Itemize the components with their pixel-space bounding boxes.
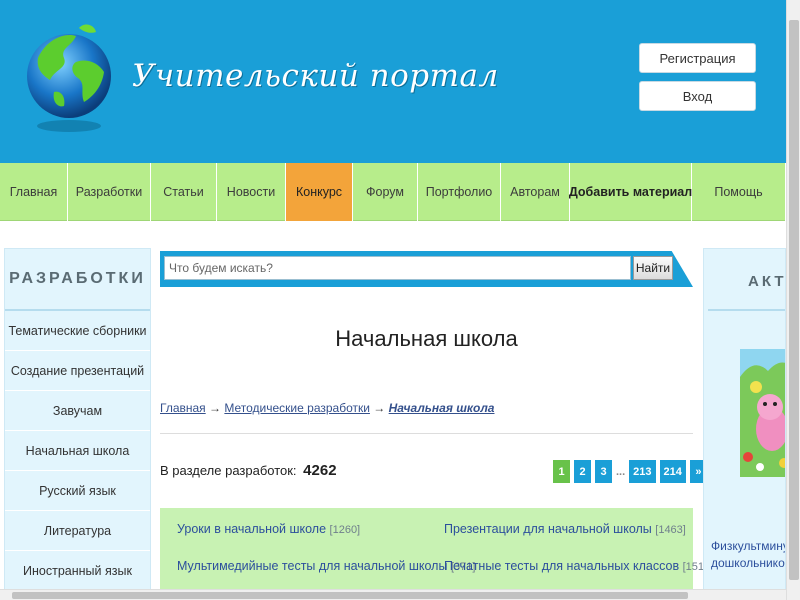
actual-sidebar: АКТУАЛЬНО Физкультминутки для дошкольник… — [703, 248, 786, 600]
main-nav: Главная Разработки Статьи Новости Конкур… — [0, 163, 786, 221]
horizontal-scrollbar[interactable] — [0, 589, 786, 600]
sidebar-item-foreign-language[interactable]: Иностранный язык — [5, 551, 150, 591]
page-link-2[interactable]: 2 — [574, 460, 591, 483]
site-name: Учительский портал — [132, 58, 499, 94]
nav-item-articles[interactable]: Статьи — [151, 163, 217, 221]
globe-icon — [27, 24, 111, 132]
sidebar-item-thematic-collections[interactable]: Тематические сборники — [5, 311, 150, 351]
pagination: 1 2 3 ... 213 214 » — [553, 460, 707, 483]
sidebar-title: РАЗРАБОТКИ — [5, 249, 150, 311]
nav-item-authors[interactable]: Авторам — [501, 163, 570, 221]
site-logo[interactable]: Учительский портал — [24, 18, 498, 136]
nav-item-home[interactable]: Главная — [0, 163, 68, 221]
breadcrumb-separator: → — [373, 401, 386, 415]
promo-caption-line: Физкультминутки для — [711, 539, 785, 553]
page-title: Начальная школа — [335, 326, 518, 351]
sidebar-item-head-teachers[interactable]: Завучам — [5, 391, 150, 431]
breadcrumb-separator: → — [209, 401, 222, 415]
developments-sidebar: РАЗРАБОТКИ Тематические сборники Создани… — [4, 248, 151, 600]
subcategory-label: Печатные тесты для начальных классов — [444, 559, 680, 573]
promo-image[interactable] — [734, 347, 786, 477]
nav-item-add-material[interactable]: Добавить материал — [569, 163, 692, 221]
page-link-3[interactable]: 3 — [595, 460, 612, 483]
subcategory-box: Уроки в начальной школе [1260] Презентац… — [160, 508, 707, 593]
divider — [708, 309, 785, 311]
vertical-scrollbar[interactable] — [786, 0, 800, 600]
page-link-213[interactable]: 213 — [629, 460, 656, 483]
subcategory-label: Уроки в начальной школе — [177, 522, 327, 536]
subcategory-link-presentations[interactable]: Презентации для начальной школы [1463] — [444, 522, 686, 536]
login-button[interactable]: Вход — [639, 81, 756, 111]
page: Учительский портал Регистрация Вход Глав… — [0, 0, 800, 600]
search-input[interactable]: Что будем искать? — [164, 256, 631, 280]
nav-item-developments[interactable]: Разработки — [68, 163, 151, 221]
pagination-ellipsis: ... — [616, 465, 626, 478]
site-header: Учительский портал Регистрация Вход — [0, 0, 786, 163]
page-link-1[interactable]: 1 — [553, 460, 570, 483]
sidebar-item-primary-school[interactable]: Начальная школа — [5, 431, 150, 471]
breadcrumb-home-link[interactable]: Главная — [160, 401, 206, 415]
vertical-scroll-thumb[interactable] — [789, 20, 799, 580]
subcategory-count: [1463] — [655, 524, 686, 536]
subcategory-link-lessons[interactable]: Уроки в начальной школе [1260] — [177, 522, 360, 536]
nav-item-portfolio[interactable]: Портфолио — [418, 163, 501, 221]
divider — [160, 433, 693, 434]
register-button[interactable]: Регистрация — [639, 43, 756, 73]
nav-item-news[interactable]: Новости — [217, 163, 286, 221]
horizontal-scroll-thumb[interactable] — [12, 592, 688, 599]
promo-caption[interactable]: Физкультминутки для дошкольников — [711, 538, 786, 572]
count-label: В разделе разработок: — [160, 463, 297, 478]
actual-title: АКТУАЛЬНО — [748, 273, 786, 290]
subcategory-link-printed-tests[interactable]: Печатные тесты для начальных классов [15… — [444, 559, 707, 573]
breadcrumb: Главная → Методические разработки → Нача… — [160, 401, 494, 415]
breadcrumb-section-link[interactable]: Методические разработки — [224, 401, 370, 415]
sidebar-item-literature[interactable]: Литература — [5, 511, 150, 551]
nav-item-help[interactable]: Помощь — [692, 163, 786, 221]
count-value: 4262 — [303, 462, 337, 479]
subcategory-link-multimedia-tests[interactable]: Мультимедийные тесты для начальной школы… — [177, 559, 475, 573]
sidebar-item-presentations[interactable]: Создание презентаций — [5, 351, 150, 391]
nav-item-forum[interactable]: Форум — [353, 163, 418, 221]
breadcrumb-current-link[interactable]: Начальная школа — [389, 401, 495, 415]
developments-count: В разделе разработок: 4262 — [160, 462, 337, 479]
page-link-214[interactable]: 214 — [659, 460, 686, 483]
subcategory-label: Мультимедийные тесты для начальной школы — [177, 559, 448, 573]
subcategory-label: Презентации для начальной школы — [444, 522, 652, 536]
promo-caption-line: дошкольников — [711, 556, 786, 570]
nav-item-contest[interactable]: Конкурс — [286, 163, 353, 221]
search-button[interactable]: Найти — [633, 256, 673, 280]
subcategory-count: [1260] — [329, 524, 361, 536]
sidebar-item-russian[interactable]: Русский язык — [5, 471, 150, 511]
